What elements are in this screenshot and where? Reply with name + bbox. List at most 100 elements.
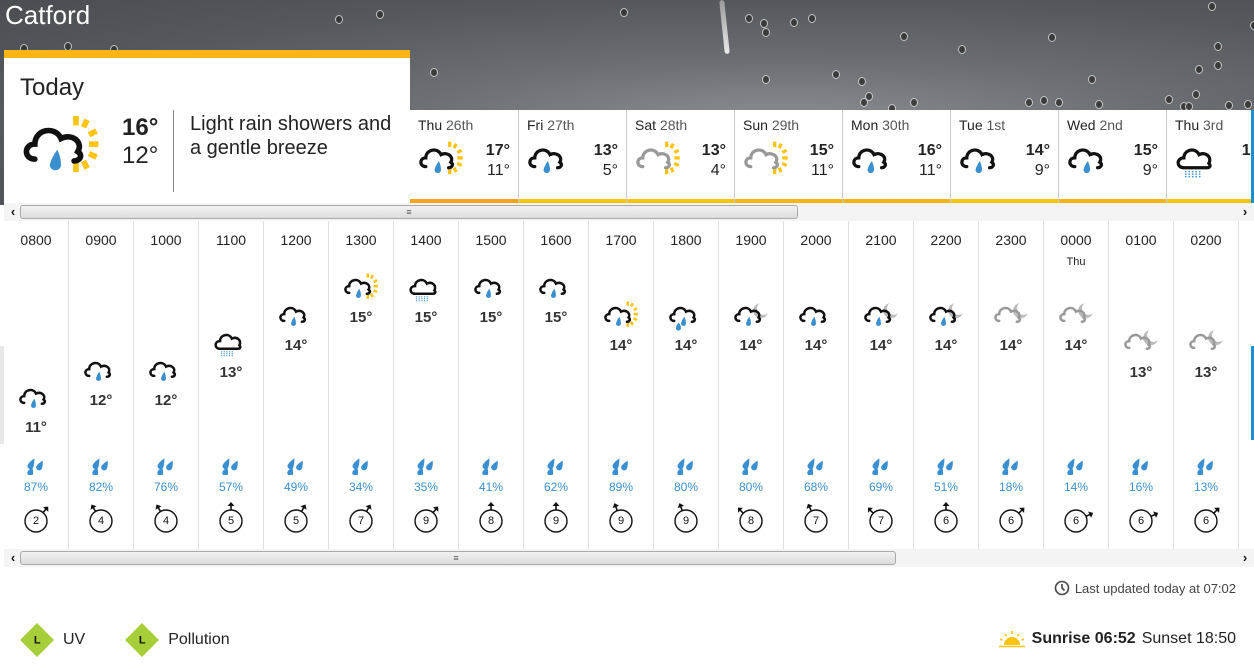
hour-column[interactable]: 0200 13° 13% 6 [1174, 221, 1239, 550]
raindrop-decoration [335, 15, 343, 24]
day-high-temp: 16° [917, 142, 942, 159]
day-label: Sat 28th [635, 117, 687, 133]
hour-column[interactable]: 0000 Thu 14° 14% 6 [1044, 221, 1109, 550]
raindrop-decoration [620, 8, 628, 17]
day-label: Fri 27th [527, 117, 574, 133]
rain-chance: 68% [803, 480, 829, 494]
hour-column[interactable]: 2000 14° 68% 7 [784, 221, 849, 550]
hour-column[interactable]: 1200 14° 49% 5 [264, 221, 329, 550]
hour-column[interactable]: 2100 14° 69% 7 [849, 221, 914, 550]
hour-temp: 14° [804, 336, 828, 354]
rain-chance-icon [1131, 457, 1151, 476]
rain-chance: 89% [608, 480, 634, 494]
rain-chance-icon [611, 457, 631, 476]
scroll-left-arrow-icon[interactable]: ‹ [6, 203, 20, 221]
raindrop-decoration [1195, 65, 1203, 74]
hour-column[interactable]: 0100 13° 16% 6 [1109, 221, 1174, 550]
day-low-temp: 4° [710, 162, 726, 179]
rain-chance-icon [871, 457, 891, 476]
hour-column[interactable]: 1600 15° 62% 9 [524, 221, 589, 550]
wind-speed: 7 [357, 515, 365, 527]
wind-speed: 9 [552, 515, 560, 527]
uv-badge[interactable]: L UV [20, 623, 86, 657]
grip-icon: ≡ [406, 207, 412, 217]
rain-chance: 14% [1063, 480, 1089, 494]
rain-chance: 18% [998, 480, 1024, 494]
day-tab[interactable]: Sun 29th 15° 11° [734, 110, 842, 205]
hour-time: 1100 [215, 232, 247, 248]
day-weekday: Sun [743, 117, 768, 133]
rain-chance-icon [676, 457, 696, 476]
day-weekday: Mon [851, 117, 879, 133]
day-tab[interactable]: Thu 26th 17° 11° [410, 110, 518, 205]
day-weekday: Thu [418, 117, 443, 133]
rain-chance: 80% [673, 480, 699, 494]
hour-day-label: Thu [1066, 256, 1086, 268]
pollution-badge[interactable]: L Pollution [125, 623, 230, 657]
rain-chance-icon [156, 457, 176, 476]
day-tab[interactable]: Thu 3rd 14° 9° [1166, 110, 1254, 205]
hour-temp: 14° [739, 336, 763, 354]
uv-label: UV [63, 631, 86, 648]
wind-speed: 4 [97, 515, 105, 527]
hour-column[interactable]: 1500 15° 41% 8 [459, 221, 524, 550]
wind-indicator: 5 [218, 501, 248, 533]
rain-chance-icon [1196, 457, 1216, 476]
hour-column[interactable]: 1900 14° 80% 8 [719, 221, 784, 550]
hour-temp: 14° [999, 336, 1023, 354]
wind-speed: 5 [227, 515, 235, 527]
hour-time: 1500 [475, 232, 507, 248]
cloud-moon-icon [1056, 299, 1096, 331]
scroll-right-arrow-icon[interactable]: › [1238, 549, 1252, 567]
day-label: Tue 1st [959, 117, 1005, 133]
hour-column[interactable]: 1700 14° 89% 9 [589, 221, 654, 550]
hour-time: 0900 [85, 232, 117, 248]
hour-column[interactable]: 0800 11° 87% 2 [4, 221, 69, 550]
last-updated-text: Last updated today at 07:02 [1074, 580, 1236, 596]
rain-icon [796, 299, 836, 331]
hourly-scrollbar[interactable]: ‹ ≡ › [4, 549, 1254, 567]
wind-indicator: 7 [348, 501, 378, 533]
daily-scrollbar-thumb[interactable]: ≡ [20, 205, 798, 219]
wind-indicator: 9 [543, 501, 573, 533]
day-date: 29th [771, 117, 800, 133]
wind-indicator: 6 [998, 501, 1028, 533]
hour-column[interactable]: 1100 13° 57% 5 [199, 221, 264, 550]
day-tab[interactable]: Tue 1st 14° 9° [950, 110, 1058, 205]
raindrop-decoration [762, 75, 770, 84]
hour-temp: 13° [1194, 364, 1218, 381]
raindrop-decoration [1214, 61, 1222, 70]
cloud-sun-icon [633, 138, 683, 180]
hour-time: 1600 [540, 232, 572, 248]
day-tab[interactable]: Mon 30th 16° 11° [842, 110, 950, 205]
hour-time: 1800 [670, 232, 702, 248]
day-tab[interactable]: Fri 27th 13° 5° [518, 110, 626, 205]
scroll-right-arrow-icon[interactable]: › [1238, 203, 1252, 221]
raindrop-decoration [1040, 96, 1048, 105]
wind-speed: 2 [32, 515, 40, 527]
hour-column[interactable]: 1800 14° 80% 9 [654, 221, 719, 550]
daily-scrollbar[interactable]: ‹ ≡ › [4, 203, 1254, 221]
day-date: 27th [547, 117, 575, 133]
wind-speed: 7 [877, 515, 885, 527]
scroll-left-arrow-icon[interactable]: ‹ [6, 549, 20, 567]
hour-column[interactable]: 1400 15° 35% 9 [394, 221, 459, 550]
hour-column[interactable]: 1000 12° 76% 4 [134, 221, 199, 550]
today-card[interactable]: Today 16° 12° Light rain showers and a g… [4, 50, 410, 204]
cloud-moon-icon [1186, 326, 1226, 358]
day-tab[interactable]: Wed 2nd 15° 9° [1058, 110, 1166, 205]
rain-icon [146, 354, 186, 386]
hour-column[interactable]: 2300 14° 18% 6 [979, 221, 1044, 550]
wind-indicator: 6 [1128, 501, 1158, 533]
hourly-scrollbar-thumb[interactable]: ≡ [20, 551, 896, 565]
day-low-temp: 11° [918, 162, 942, 179]
rain-icon [957, 138, 1007, 180]
hour-column[interactable]: 0900 12° 82% 4 [69, 221, 134, 550]
hour-column[interactable]: 2200 14° 51% 6 [914, 221, 979, 550]
day-tab[interactable]: Sat 28th 13° 4° [626, 110, 734, 205]
raindrop-decoration [910, 98, 918, 107]
day-label: Thu 26th [418, 117, 473, 133]
hour-column[interactable]: 1300 15° 34% 7 [329, 221, 394, 550]
drizzle-icon [211, 326, 251, 358]
sunrise-time: Sunrise 06:52 [1031, 630, 1136, 647]
